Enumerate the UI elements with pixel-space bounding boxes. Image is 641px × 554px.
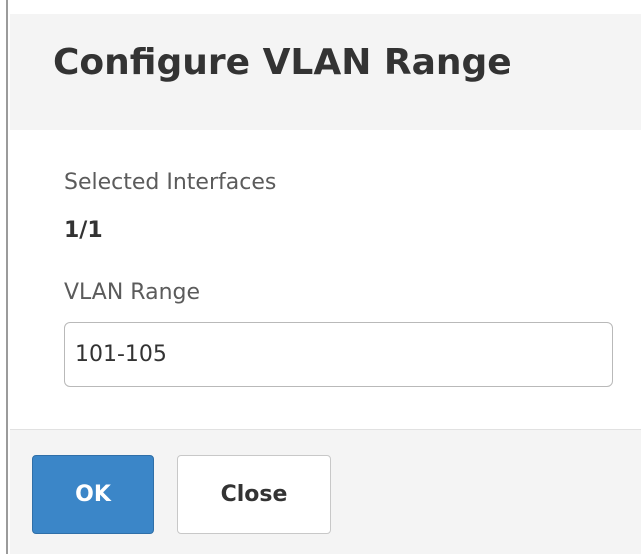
selected-interfaces-label: Selected Interfaces (64, 170, 277, 195)
dialog-left-edge (0, 0, 8, 554)
dialog-title: Configure VLAN Range (53, 42, 512, 83)
selected-interfaces-value: 1/1 (64, 218, 103, 243)
close-button[interactable]: Close (177, 455, 331, 534)
configure-vlan-range-dialog: Configure VLAN Range Selected Interfaces… (0, 0, 641, 554)
vlan-range-label: VLAN Range (64, 280, 201, 305)
ok-button[interactable]: OK (32, 455, 154, 534)
vlan-range-input[interactable] (64, 322, 613, 387)
